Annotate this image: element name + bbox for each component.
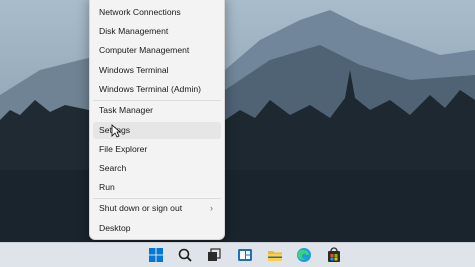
desktop-wallpaper — [0, 0, 475, 266]
search-icon[interactable] — [177, 247, 193, 263]
menu-item-windows-terminal-admin[interactable]: Windows Terminal (Admin) — [93, 81, 221, 98]
mouse-pointer-icon — [111, 124, 121, 138]
quick-link-menu: Network Connections Disk Management Comp… — [89, 0, 225, 240]
chevron-right-icon: › — [210, 203, 213, 213]
start-icon[interactable] — [148, 247, 164, 263]
menu-item-computer-management[interactable]: Computer Management — [93, 42, 221, 59]
widgets-icon[interactable] — [237, 247, 253, 263]
menu-item-run[interactable]: Run — [93, 179, 221, 196]
menu-item-shut-down-or-sign-out[interactable]: Shut down or sign out › — [93, 200, 221, 217]
menu-item-windows-terminal[interactable]: Windows Terminal — [93, 62, 221, 79]
menu-item-disk-management[interactable]: Disk Management — [93, 23, 221, 40]
taskbar — [0, 242, 475, 267]
store-icon[interactable] — [326, 247, 342, 263]
edge-icon[interactable] — [296, 247, 312, 263]
file-explorer-icon[interactable] — [267, 247, 283, 263]
menu-item-task-manager[interactable]: Task Manager — [93, 102, 221, 119]
task-view-icon[interactable] — [206, 247, 222, 263]
menu-separator — [93, 198, 221, 199]
menu-item-desktop[interactable]: Desktop — [93, 220, 221, 237]
menu-item-search[interactable]: Search — [93, 160, 221, 177]
menu-item-file-explorer[interactable]: File Explorer — [93, 141, 221, 158]
menu-item-label: Shut down or sign out — [99, 203, 183, 213]
menu-item-network-connections[interactable]: Network Connections — [93, 4, 221, 21]
menu-separator — [93, 100, 221, 101]
